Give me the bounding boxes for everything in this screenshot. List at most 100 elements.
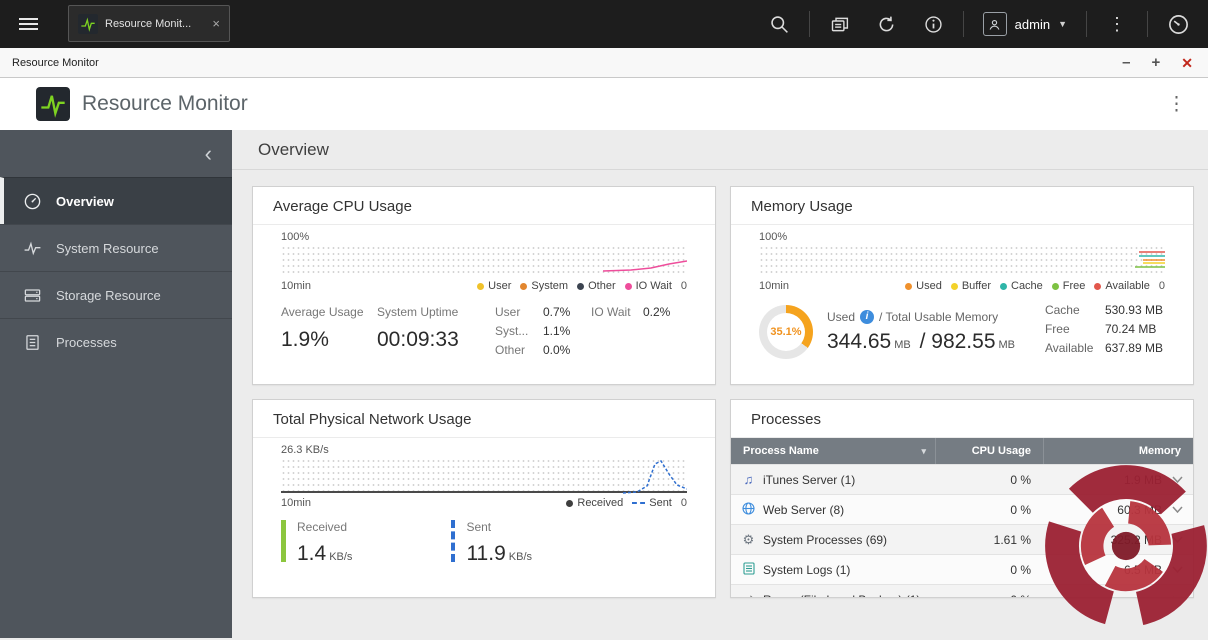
tab-close-icon[interactable]: ×	[212, 16, 220, 31]
column-cpu-usage[interactable]: CPU Usage	[935, 438, 1043, 464]
dashboard-gauge-icon[interactable]	[1167, 13, 1190, 36]
sent-series-line	[623, 458, 687, 494]
chevron-down-icon: ▼	[1058, 19, 1067, 29]
network-usage-card: Total Physical Network Usage 26.3 KB/s 1…	[252, 399, 716, 598]
expand-chevron-icon[interactable]	[1172, 596, 1183, 597]
maximize-button[interactable]: +	[1152, 55, 1161, 70]
globe-icon	[741, 502, 756, 518]
table-row-system-logs[interactable]: System Logs (1) 0 % 6.5 MB	[731, 554, 1193, 584]
free-series-dot-icon	[1052, 283, 1059, 290]
chevron-left-icon: ‹	[205, 143, 212, 165]
legend-buffer: Buffer	[951, 280, 991, 292]
tab-label: Resource Monit...	[105, 18, 205, 30]
memory-percent: 35.1%	[770, 326, 801, 338]
sidebar-item-label: Processes	[56, 335, 117, 350]
table-row-rsync[interactable]: ⇄Rsync (File Level Backup) (1) 0 %	[731, 584, 1193, 597]
sidebar-item-system-resource[interactable]: System Resource	[0, 224, 232, 271]
sidebar-item-storage-resource[interactable]: Storage Resource	[0, 271, 232, 318]
sort-caret-icon: ▾	[921, 446, 926, 457]
app-tab-resource-monitor[interactable]: Resource Monit... ×	[68, 5, 230, 42]
close-button[interactable]: ✕	[1181, 56, 1193, 70]
column-memory[interactable]: Memory	[1043, 438, 1193, 464]
cpu-breakdown: User0.7% Syst...1.1% Other0.0%	[495, 305, 591, 362]
app-more-options-icon[interactable]: ⋮	[1167, 93, 1186, 116]
sidebar-item-label: Overview	[56, 194, 114, 209]
user-menu[interactable]: admin ▼	[983, 12, 1067, 36]
processes-card: Processes Process Name ▾ CPU Usage Memor…	[730, 399, 1194, 598]
minimize-button[interactable]: –	[1122, 55, 1130, 70]
processes-card-title: Processes	[731, 400, 1193, 438]
waveform-icon	[23, 239, 42, 258]
memory-chart-ymax: 100%	[759, 231, 1165, 243]
search-icon[interactable]	[769, 14, 790, 35]
divider	[963, 11, 964, 37]
expand-chevron-icon[interactable]	[1172, 506, 1183, 513]
resource-monitor-app-icon	[78, 14, 98, 34]
table-row-itunes-server[interactable]: ♫iTunes Server (1) 0 % 1.9 MB	[731, 464, 1193, 494]
table-row-web-server[interactable]: Web Server (8) 0 % 60.3 MB	[731, 494, 1193, 524]
used-label: Used	[827, 310, 855, 324]
cpu-usage-chart	[281, 245, 687, 277]
cpu-chart-xlabel: 10min	[281, 280, 311, 292]
app-header: Resource Monitor ⋮	[0, 78, 1208, 130]
iowait-series-line	[603, 245, 687, 277]
total-value: 982.55	[931, 330, 995, 353]
cpu-chart-ymax: 100%	[281, 231, 687, 243]
sidebar-item-processes[interactable]: Processes	[0, 318, 232, 365]
expand-chevron-icon[interactable]	[1172, 566, 1183, 573]
sidebar-item-label: Storage Resource	[56, 288, 161, 303]
memory-chart-current-value: 0	[1159, 280, 1165, 292]
legend-available: Available	[1094, 280, 1149, 292]
column-process-name[interactable]: Process Name ▾	[731, 438, 935, 464]
sidebar: ‹ Overview System Resource Storage Resou…	[0, 130, 232, 638]
legend-system: System	[520, 280, 568, 292]
background-tasks-icon[interactable]	[829, 14, 850, 35]
value-separator: /	[920, 330, 926, 353]
divider	[809, 11, 810, 37]
total-usable-label: / Total Usable Memory	[879, 310, 998, 324]
legend-cache: Cache	[1000, 280, 1043, 292]
cpu-usage-card: Average CPU Usage 100% 10min User System…	[252, 186, 716, 385]
memory-usage-chart	[759, 245, 1165, 277]
legend-used: Used	[905, 280, 942, 292]
received-bar-icon	[281, 520, 286, 562]
sent-value: 11.9	[466, 542, 505, 565]
legend-user: User	[477, 280, 511, 292]
average-usage-value: 1.9%	[281, 328, 377, 352]
network-chart-ymax: 26.3 KB/s	[281, 444, 687, 456]
main-menu-button[interactable]	[0, 0, 56, 48]
log-document-icon	[741, 562, 756, 578]
sidebar-item-overview[interactable]: Overview	[0, 177, 232, 224]
expand-chevron-icon[interactable]	[1172, 536, 1183, 543]
cpu-chart-current-value: 0	[681, 280, 687, 292]
info-icon[interactable]	[923, 14, 944, 35]
cpu-iowait-stat: IO Wait0.2%	[591, 305, 687, 362]
received-stat: Received 1.4KB/s	[281, 520, 355, 566]
other-series-dot-icon	[577, 283, 584, 290]
used-series-dot-icon	[905, 283, 912, 290]
expand-chevron-icon[interactable]	[1172, 476, 1183, 483]
network-usage-chart	[281, 458, 687, 494]
available-series-dot-icon	[1094, 283, 1101, 290]
app-title: Resource Monitor	[82, 92, 248, 116]
refresh-icon[interactable]	[876, 14, 897, 35]
table-row-system-processes[interactable]: ⚙System Processes (69) 1.61 % 325.2 MB	[731, 524, 1193, 554]
window-titlebar[interactable]: Resource Monitor – + ✕	[0, 48, 1208, 78]
memory-card-title: Memory Usage	[731, 187, 1193, 225]
sidebar-item-label: System Resource	[56, 241, 159, 256]
received-series-dot-icon	[566, 500, 573, 507]
user-name: admin	[1015, 17, 1050, 32]
storage-disks-icon	[23, 286, 42, 305]
network-chart-current-value: 0	[681, 497, 687, 509]
memory-donut-chart: 35.1%	[759, 305, 813, 359]
received-label: Received	[297, 520, 355, 534]
memory-details: Cache530.93 MB Free70.24 MB Available637…	[1045, 303, 1165, 360]
legend-sent: Sent	[632, 497, 672, 509]
divider	[1147, 11, 1148, 37]
info-icon[interactable]: i	[860, 310, 874, 324]
gear-icon: ⚙	[741, 532, 756, 548]
more-options-icon[interactable]: ⋮	[1106, 15, 1128, 33]
sidebar-collapse-button[interactable]: ‹	[0, 130, 232, 177]
legend-free: Free	[1052, 280, 1086, 292]
hamburger-icon	[19, 15, 38, 33]
